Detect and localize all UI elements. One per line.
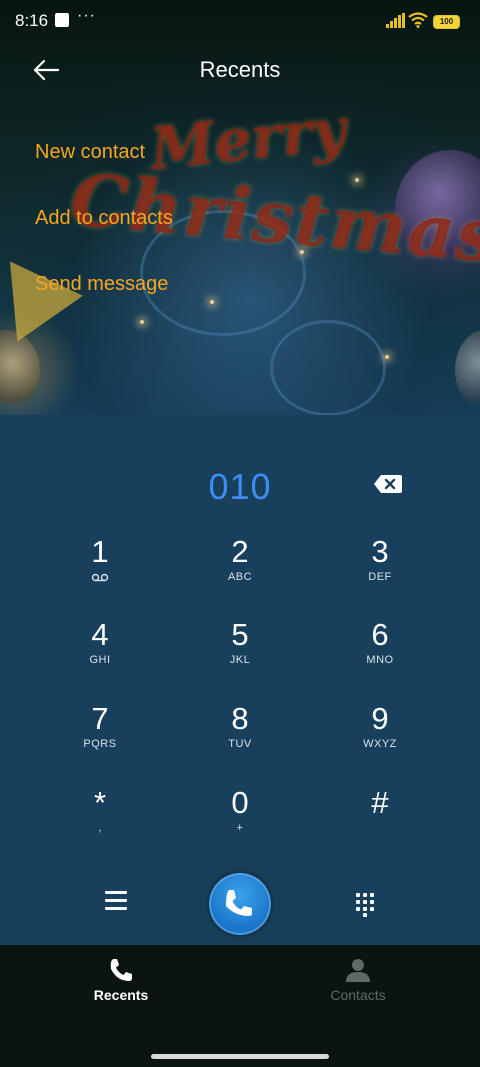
add-to-contacts-option[interactable]: Add to contacts: [35, 207, 173, 230]
key-letters: MNO: [366, 654, 394, 666]
key-letters: WXYZ: [363, 738, 397, 750]
backspace-icon[interactable]: [373, 473, 403, 495]
dialpad-toggle-icon[interactable]: [356, 893, 376, 917]
key-digit: 1: [91, 534, 109, 569]
key-letters: TUV: [228, 738, 252, 750]
key-letters: +: [236, 822, 244, 834]
sparkle: [300, 250, 304, 254]
key-letters: ABC: [227, 571, 253, 583]
status-bar: 8:16 ··· 100: [0, 0, 480, 42]
key-digit: 5: [231, 617, 249, 652]
key-digit: 7: [91, 701, 109, 736]
dial-key-hash[interactable]: #: [330, 786, 430, 866]
key-digit: 3: [371, 534, 389, 569]
dial-key-1[interactable]: 1: [50, 535, 150, 615]
dial-key-3[interactable]: 3 DEF: [330, 535, 430, 615]
person-icon: [346, 959, 370, 982]
key-digit: 6: [371, 617, 389, 652]
key-digit: *: [93, 785, 107, 820]
sparkle: [210, 300, 214, 304]
voicemail-icon: [91, 573, 109, 582]
dial-key-5[interactable]: 5 JKL: [190, 618, 290, 698]
dial-key-6[interactable]: 6 MNO: [330, 618, 430, 698]
tab-contacts[interactable]: Contacts: [298, 957, 418, 1003]
notification-icon: [55, 13, 69, 27]
battery-icon: 100: [433, 15, 460, 29]
phone-icon: [110, 959, 132, 981]
dial-key-9[interactable]: 9 WXYZ: [330, 702, 430, 782]
dialed-number: 010: [208, 466, 272, 507]
key-letters: ,: [98, 822, 102, 834]
swirl-decoration: [270, 320, 386, 415]
tab-recents[interactable]: Recents: [61, 957, 181, 1003]
page-title: Recents: [199, 57, 281, 82]
home-indicator[interactable]: [151, 1054, 329, 1059]
dial-key-7[interactable]: 7 PQRS: [50, 702, 150, 782]
ornament-ball: [0, 330, 40, 410]
wifi-icon: [408, 12, 428, 28]
key-digit: 4: [91, 617, 109, 652]
key-letters: GHI: [89, 654, 111, 666]
key-digit: #: [371, 785, 389, 820]
phone-icon: [226, 890, 252, 916]
sparkle: [355, 178, 359, 182]
new-contact-option[interactable]: New contact: [35, 141, 145, 164]
sparkle: [140, 320, 144, 324]
key-letters: JKL: [229, 654, 251, 666]
dial-key-8[interactable]: 8 TUV: [190, 702, 290, 782]
key-letters: DEF: [368, 571, 392, 583]
menu-icon[interactable]: [105, 891, 127, 911]
key-letters: PQRS: [83, 738, 117, 750]
dial-key-2[interactable]: 2 ABC: [190, 535, 290, 615]
key-digit: 0: [231, 785, 249, 820]
dial-key-0[interactable]: 0 +: [190, 786, 290, 866]
key-digit: 2: [231, 534, 249, 569]
ornament-ball: [455, 330, 480, 410]
send-message-option[interactable]: Send message: [35, 273, 168, 296]
more-notifications-icon: ···: [77, 7, 96, 24]
call-button[interactable]: [209, 873, 271, 935]
sparkle: [385, 355, 389, 359]
signal-icon: [386, 13, 405, 28]
key-digit: 9: [371, 701, 389, 736]
dial-key-4[interactable]: 4 GHI: [50, 618, 150, 698]
status-time: 8:16: [15, 11, 49, 30]
key-digit: 8: [231, 701, 249, 736]
tab-label: Contacts: [330, 987, 386, 1003]
tab-label: Recents: [93, 987, 149, 1003]
dial-key-star[interactable]: * ,: [50, 786, 150, 866]
